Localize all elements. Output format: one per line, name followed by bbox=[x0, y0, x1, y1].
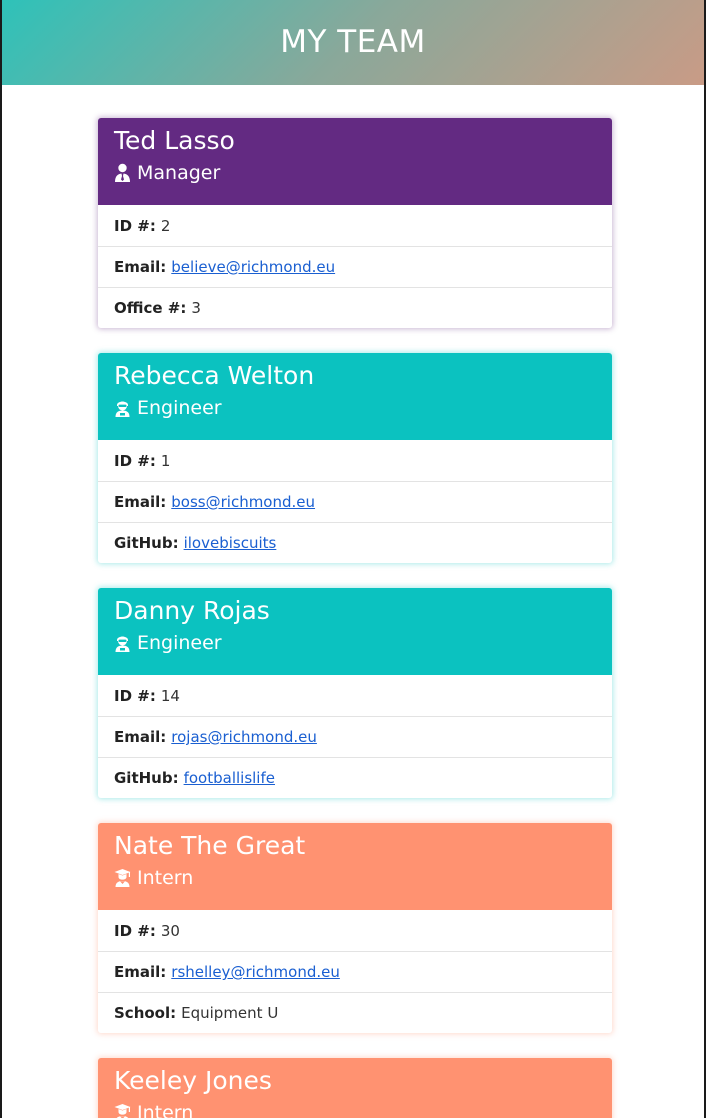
detail-row-id: ID #: 30 bbox=[98, 910, 612, 951]
card-details: ID #: 14 Email: rojas@richmond.eu GitHub… bbox=[98, 675, 612, 798]
card-header: Ted Lasso Manager bbox=[98, 118, 612, 205]
github-link[interactable]: ilovebiscuits bbox=[184, 534, 277, 552]
employee-name: Ted Lasso bbox=[114, 126, 235, 155]
employee-name: Rebecca Welton bbox=[114, 361, 315, 390]
employee-name: Danny Rojas bbox=[114, 596, 270, 625]
email-label: Email: bbox=[114, 493, 167, 511]
employee-role-label: Intern bbox=[137, 867, 194, 889]
intern-icon bbox=[114, 1104, 131, 1118]
school-value: Equipment U bbox=[181, 1004, 279, 1022]
intern-icon bbox=[114, 869, 131, 887]
page-header: MY TEAM bbox=[2, 0, 704, 85]
page-frame: MY TEAM Ted Lasso Manager ID #: 2 Email:… bbox=[0, 0, 706, 1118]
employee-card-engineer: Danny Rojas Engineer ID #: 14 Email: roj… bbox=[98, 588, 612, 798]
employee-name: Keeley Jones bbox=[114, 1066, 272, 1095]
card-header: Nate The Great Intern bbox=[98, 823, 612, 910]
github-label: GitHub: bbox=[114, 534, 179, 552]
employee-role: Manager bbox=[114, 162, 596, 184]
employee-role-label: Engineer bbox=[137, 397, 222, 419]
detail-row-email: Email: boss@richmond.eu bbox=[98, 481, 612, 522]
detail-row-id: ID #: 1 bbox=[98, 440, 612, 481]
detail-row-id: ID #: 2 bbox=[98, 205, 612, 246]
email-link[interactable]: rojas@richmond.eu bbox=[171, 728, 317, 746]
github-label: GitHub: bbox=[114, 769, 179, 787]
manager-icon bbox=[115, 163, 130, 182]
engineer-icon bbox=[115, 401, 130, 417]
window-edge-left bbox=[0, 0, 2, 1118]
email-label: Email: bbox=[114, 728, 167, 746]
id-value: 30 bbox=[160, 921, 180, 940]
id-label: ID #: bbox=[114, 451, 156, 470]
card-details: ID #: 30 Email: rshelley@richmond.eu Sch… bbox=[98, 910, 612, 1033]
detail-row-email: Email: rshelley@richmond.eu bbox=[98, 951, 612, 992]
detail-row-email: Email: believe@richmond.eu bbox=[98, 246, 612, 287]
employee-card-engineer: Rebecca Welton Engineer ID #: 1 Email: b… bbox=[98, 353, 612, 563]
employee-role-label: Intern bbox=[137, 1102, 194, 1118]
detail-row-school: School: Equipment U bbox=[98, 992, 612, 1033]
id-value: 1 bbox=[160, 451, 171, 470]
school-label: School: bbox=[114, 1004, 177, 1022]
id-label: ID #: bbox=[114, 921, 156, 940]
employee-role: Intern bbox=[114, 1102, 596, 1118]
id-value: 2 bbox=[160, 216, 171, 235]
email-label: Email: bbox=[114, 258, 167, 276]
id-label: ID #: bbox=[114, 686, 156, 705]
employee-role-label: Manager bbox=[137, 162, 221, 184]
card-details: ID #: 2 Email: believe@richmond.eu Offic… bbox=[98, 205, 612, 328]
email-link[interactable]: rshelley@richmond.eu bbox=[171, 963, 340, 981]
employee-role: Engineer bbox=[114, 632, 596, 654]
email-label: Email: bbox=[114, 963, 167, 981]
id-value: 14 bbox=[160, 686, 180, 705]
card-header: Keeley Jones Intern bbox=[98, 1058, 612, 1118]
page-title: MY TEAM bbox=[280, 24, 426, 60]
employee-name: Nate The Great bbox=[114, 831, 306, 860]
email-link[interactable]: believe@richmond.eu bbox=[171, 258, 335, 276]
office-value: 3 bbox=[191, 299, 201, 317]
card-header: Rebecca Welton Engineer bbox=[98, 353, 612, 440]
detail-row-office: Office #: 3 bbox=[98, 287, 612, 328]
employee-role: Engineer bbox=[114, 397, 596, 419]
detail-row-email: Email: rojas@richmond.eu bbox=[98, 716, 612, 757]
detail-row-id: ID #: 14 bbox=[98, 675, 612, 716]
github-link[interactable]: footballislife bbox=[184, 769, 275, 787]
detail-row-github: GitHub: footballislife bbox=[98, 757, 612, 798]
detail-row-github: GitHub: ilovebiscuits bbox=[98, 522, 612, 563]
employee-card-intern: Keeley Jones Intern bbox=[98, 1058, 612, 1118]
office-label: Office #: bbox=[114, 299, 187, 317]
card-header: Danny Rojas Engineer bbox=[98, 588, 612, 675]
email-link[interactable]: boss@richmond.eu bbox=[171, 493, 315, 511]
card-details: ID #: 1 Email: boss@richmond.eu GitHub: … bbox=[98, 440, 612, 563]
employee-role: Intern bbox=[114, 867, 596, 889]
id-label: ID #: bbox=[114, 216, 156, 235]
engineer-icon bbox=[115, 636, 130, 652]
employee-card-manager: Ted Lasso Manager ID #: 2 Email: believe… bbox=[98, 118, 612, 328]
employee-role-label: Engineer bbox=[137, 632, 222, 654]
employee-card-intern: Nate The Great Intern ID #: 30 Email: rs… bbox=[98, 823, 612, 1033]
